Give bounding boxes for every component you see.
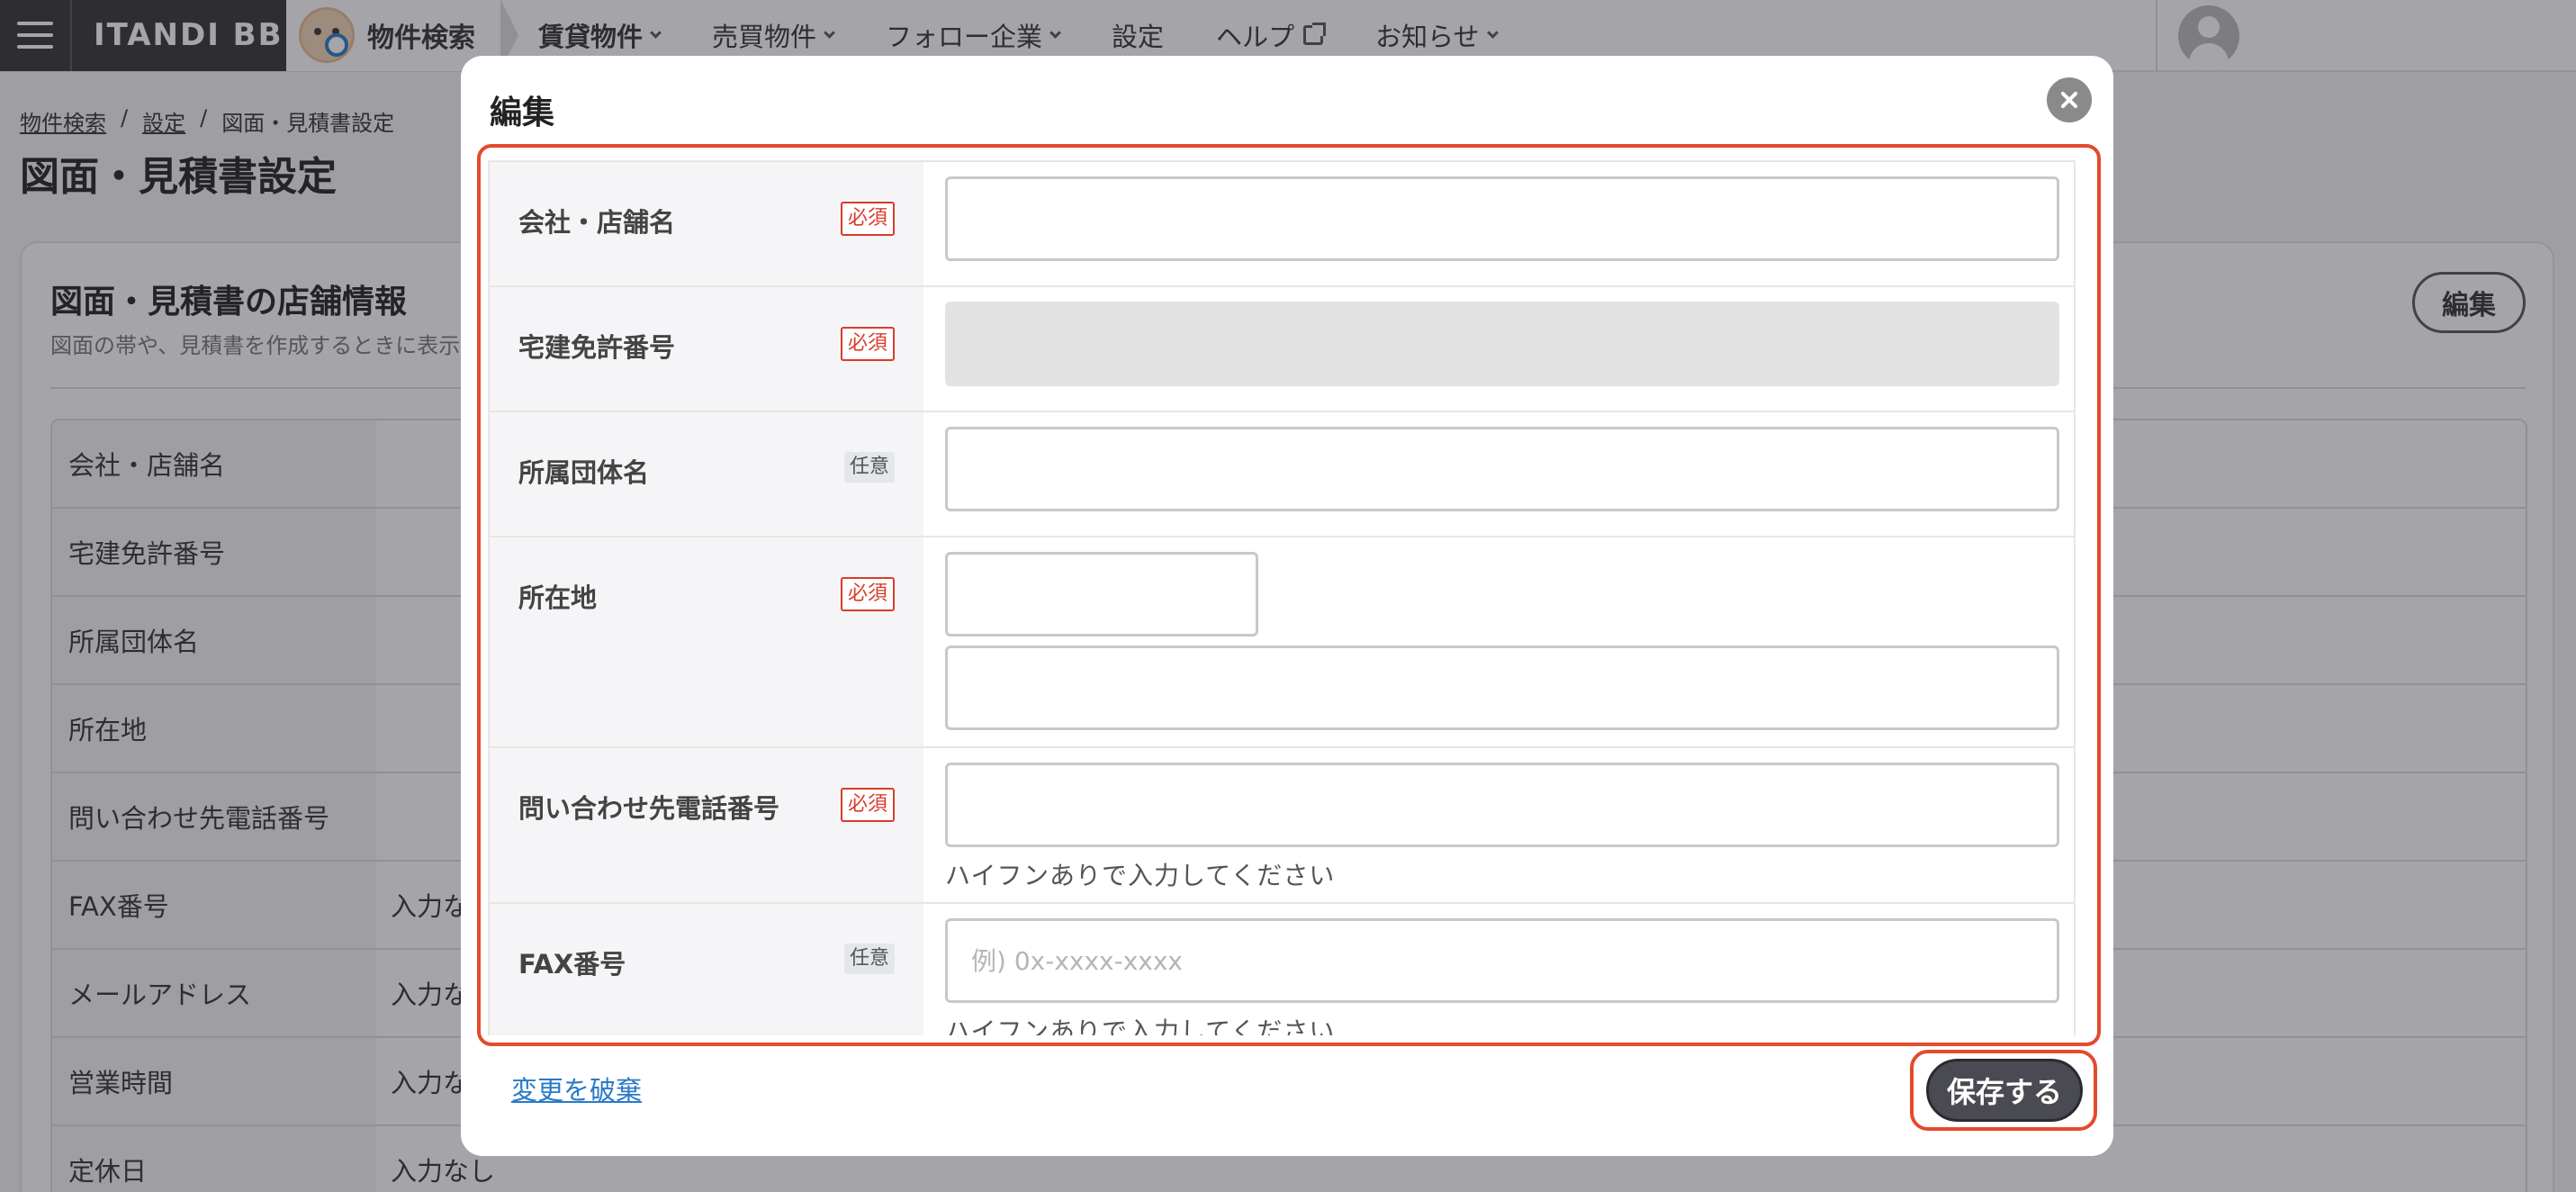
field-label: 宅建免許番号 xyxy=(518,332,676,363)
field-label-cell: 会社・店舗名 必須 xyxy=(490,162,923,285)
form-row-association: 所属団体名 任意 xyxy=(490,412,2074,537)
field-label: 所属団体名 xyxy=(518,457,650,488)
form-row-address: 所在地 必須 xyxy=(490,537,2074,748)
field-cell xyxy=(923,537,2074,746)
field-label-cell: 問い合わせ先電話番号 必須 xyxy=(490,748,923,902)
form-row-fax: FAX番号 任意 ハイフンありで入力してください xyxy=(490,904,2074,1035)
form-row-company: 会社・店舗名 必須 xyxy=(490,162,2074,287)
save-button[interactable]: 保存する xyxy=(1926,1059,2083,1122)
required-badge: 必須 xyxy=(840,577,895,611)
field-label-cell: 所属団体名 任意 xyxy=(490,412,923,536)
field-cell: ハイフンありで入力してください xyxy=(923,748,2074,902)
field-cell: ハイフンありで入力してください xyxy=(923,904,2074,1035)
address-input[interactable] xyxy=(945,646,2059,730)
optional-badge: 任意 xyxy=(843,944,895,974)
required-badge: 必須 xyxy=(840,788,895,822)
edit-form[interactable]: 会社・店舗名 必須 宅建免許番号 必須 所属団体名 任意 所在地 必須 問い合わ… xyxy=(488,160,2076,1035)
fax-input[interactable] xyxy=(945,918,2059,1003)
postal-code-input[interactable] xyxy=(945,552,1258,637)
fax-hint: ハイフンありで入力してください xyxy=(945,1016,1336,1035)
close-icon[interactable] xyxy=(2047,77,2092,122)
field-label: 問い合わせ先電話番号 xyxy=(518,793,780,824)
form-row-license: 宅建免許番号 必須 xyxy=(490,287,2074,412)
modal-title: 編集 xyxy=(490,95,555,131)
discard-changes-link[interactable]: 変更を破棄 xyxy=(511,1070,642,1107)
field-cell xyxy=(923,162,2074,285)
field-label: 会社・店舗名 xyxy=(518,207,676,238)
company-name-input[interactable] xyxy=(945,176,2059,261)
field-label-cell: 所在地 必須 xyxy=(490,537,923,746)
required-badge: 必須 xyxy=(840,202,895,236)
field-label-cell: FAX番号 任意 xyxy=(490,904,923,1035)
phone-hint: ハイフンありで入力してください xyxy=(945,861,1336,890)
required-badge: 必須 xyxy=(840,327,895,361)
phone-input[interactable] xyxy=(945,763,2059,847)
field-label: 所在地 xyxy=(518,582,598,613)
association-name-input[interactable] xyxy=(945,427,2059,511)
field-cell xyxy=(923,287,2074,411)
field-cell xyxy=(923,412,2074,536)
license-number-input xyxy=(945,302,2059,386)
optional-badge: 任意 xyxy=(843,452,895,483)
form-row-phone: 問い合わせ先電話番号 必須 ハイフンありで入力してください xyxy=(490,748,2074,904)
edit-modal: 編集 会社・店舗名 必須 宅建免許番号 必須 所属団体名 任意 所在地 必須 問… xyxy=(461,56,2113,1156)
field-label: FAX番号 xyxy=(518,949,626,980)
field-label-cell: 宅建免許番号 必須 xyxy=(490,287,923,411)
